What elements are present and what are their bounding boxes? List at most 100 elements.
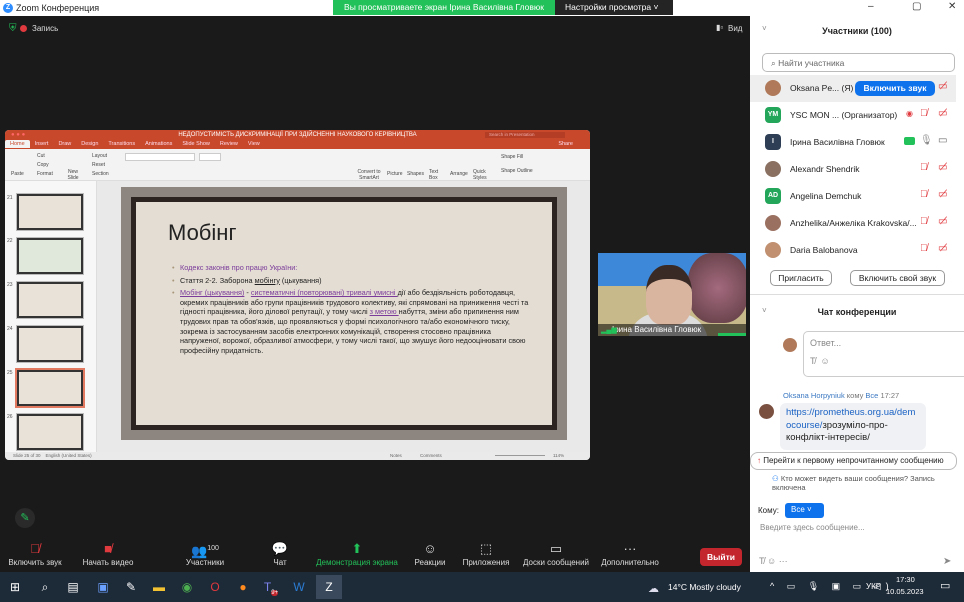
unmute-button[interactable]: 🎙̸ Включить звук	[5, 540, 65, 567]
paste-button[interactable]: Paste	[11, 171, 24, 177]
language[interactable]: English (United States)	[46, 453, 92, 458]
zoom-taskbar-icon[interactable]: Z	[316, 575, 342, 599]
view-settings-button[interactable]: Настройки просмотра ˅	[555, 0, 673, 15]
who-can-see-link[interactable]: ⚇ Кто может видеть ваши сообщения? Запис…	[772, 474, 952, 492]
picture-button[interactable]: Picture	[387, 171, 403, 177]
font-name-select[interactable]	[125, 153, 195, 161]
slide-thumbnail[interactable]	[17, 194, 83, 230]
clock-time[interactable]: 17:30	[896, 575, 915, 584]
slide-thumbnail-selected[interactable]	[17, 370, 83, 406]
participant-row[interactable]: Alexandr Shendrik 🎙̸ ▭̸	[750, 156, 956, 183]
reset-button[interactable]: Reset	[92, 162, 105, 168]
zoom-slider[interactable]	[495, 455, 545, 456]
leave-button[interactable]: Выйти	[700, 548, 742, 566]
view-button[interactable]: Вид	[728, 24, 742, 33]
ppt-share-button[interactable]: Share	[553, 140, 578, 148]
invite-button[interactable]: Пригласить	[770, 270, 832, 286]
participants-button[interactable]: 👥100 Участники	[180, 540, 230, 567]
slide-thumbnail[interactable]	[17, 414, 83, 450]
windows-start-icon[interactable]: ⊞	[6, 578, 24, 596]
whiteboards-button[interactable]: ▭ Доски сообщений	[520, 540, 592, 567]
ppt-tab[interactable]: Design	[76, 140, 103, 148]
unmute-participant-button[interactable]: Включить звук	[855, 81, 935, 96]
ppt-tab[interactable]: Transitions	[103, 140, 140, 148]
reply-input[interactable]: Ответ... T̸ ☺➤	[803, 331, 964, 377]
arrange-button[interactable]: Arrange	[450, 171, 468, 177]
copy-button[interactable]: Copy	[37, 162, 49, 168]
cut-button[interactable]: Cut	[37, 153, 45, 159]
participant-row[interactable]: YM YSC MON ... (Организатор) ◉ 🎙̸ ▭̸	[750, 102, 956, 129]
close-button[interactable]: ✕	[948, 1, 956, 12]
ppt-tab[interactable]: Home	[5, 140, 30, 148]
weather[interactable]: 14°C Mostly cloudy	[668, 582, 741, 592]
font-size-select[interactable]	[199, 153, 221, 161]
opera-icon[interactable]: O	[206, 578, 224, 596]
video-tile[interactable]: Ірина Василівна Гловюк ▂▄▆	[598, 253, 746, 336]
link[interactable]: з метою	[370, 307, 399, 316]
participant-row[interactable]: Daria Balobanova 🎙̸ ▭̸	[750, 237, 956, 264]
start-video-button[interactable]: ■̸ Начать видео	[78, 540, 138, 567]
format-emoji-icons[interactable]: T̸ ☺➤	[810, 356, 964, 366]
shapes-button[interactable]: Shapes	[407, 171, 424, 177]
quick-styles-button[interactable]: Quick Styles	[473, 169, 487, 181]
apps-button[interactable]: ⬚ Приложения	[460, 540, 512, 567]
app-icon[interactable]: ▣	[94, 578, 112, 596]
zoom-level[interactable]: 114%	[553, 452, 564, 460]
layout-button[interactable]: Layout	[92, 153, 107, 159]
slide-thumbnail[interactable]	[17, 282, 83, 318]
teams-icon[interactable]: T9+	[262, 578, 280, 597]
shield-icon[interactable]: ⛨	[9, 23, 17, 34]
more-button[interactable]: ··· Дополнительно	[598, 540, 662, 567]
participant-row[interactable]: AD Angelina Demchuk 🎙̸ ▭̸	[750, 183, 956, 210]
notes-button[interactable]: Notes	[390, 452, 402, 460]
share-screen-button[interactable]: ⬆ Демонстрация экрана	[312, 540, 402, 567]
shape-fill-button[interactable]: Shape Fill	[501, 154, 523, 160]
participant-row[interactable]: I Ірина Василівна Гловюк 🎙 ▭	[750, 129, 956, 156]
traffic-lights-icon[interactable]: ● ● ●	[11, 132, 25, 138]
section-button[interactable]: Section	[92, 171, 109, 177]
unmute-me-button[interactable]: Включить свой звук	[850, 270, 945, 286]
word-icon[interactable]: W	[290, 578, 308, 596]
notifications-icon[interactable]: ▭	[940, 579, 950, 592]
jump-to-unread-button[interactable]: ↑ Перейти к первому непрочитанному сообщ…	[750, 452, 957, 470]
ppt-tab[interactable]: View	[243, 140, 265, 148]
file-explorer-icon[interactable]: ▬	[150, 578, 168, 596]
reactions-button[interactable]: ☺ Реакции	[410, 540, 450, 567]
record-label[interactable]: Запись	[32, 24, 58, 33]
app-icon[interactable]: ✎	[122, 578, 140, 596]
minimize-button[interactable]: –	[868, 1, 874, 12]
maximize-button[interactable]: ▢	[912, 1, 921, 12]
clock-date[interactable]: 10.05.2023	[886, 587, 924, 596]
link[interactable]: Мобінг (цькування)	[180, 288, 244, 297]
format-emoji-more-icons[interactable]: T̸ ☺ ···	[759, 556, 788, 566]
format-button[interactable]: Format	[37, 171, 53, 177]
ppt-tab[interactable]: Animations	[140, 140, 177, 148]
ppt-tab[interactable]: Review	[215, 140, 243, 148]
recipient-select[interactable]: Все ˅	[785, 503, 824, 518]
participant-row[interactable]: Oksana Pe... (Я) Включить звук ▭̸	[750, 75, 956, 102]
annotate-pencil-button[interactable]: ✎	[15, 508, 35, 528]
textbox-button[interactable]: Text Box	[429, 169, 439, 181]
convert-smartart-button[interactable]: Convert to SmartArt	[355, 169, 383, 181]
chrome-icon[interactable]: ◉	[178, 578, 196, 596]
comments-button[interactable]: Comments	[420, 452, 442, 460]
slide[interactable]: Мобінг Кодекс законів про працю України:…	[121, 187, 567, 440]
participant-search-input[interactable]: ⌕ Найти участника	[762, 53, 955, 72]
ppt-tab[interactable]: Insert	[30, 140, 54, 148]
message-input[interactable]: Введите здесь сообщение...	[760, 523, 865, 532]
slide-thumbnail[interactable]	[17, 238, 83, 274]
ppt-tab[interactable]: Slide Show	[177, 140, 215, 148]
send-icon[interactable]: ➤	[943, 556, 951, 567]
search-icon[interactable]: ⌕	[36, 578, 54, 596]
participant-row[interactable]: Anzhelika/Анжеліка Krakovska/... 🎙̸ ▭̸	[750, 210, 956, 237]
shape-outline-button[interactable]: Shape Outline	[501, 168, 533, 174]
new-slide-button[interactable]: New Slide	[65, 169, 81, 181]
slide-thumbnail[interactable]	[17, 326, 83, 362]
chat-button[interactable]: 💬 Чат	[265, 540, 295, 567]
firefox-icon[interactable]: ●	[234, 578, 252, 596]
link[interactable]: систематичні (повторювані) тривалі умисн…	[251, 288, 398, 297]
task-view-icon[interactable]: ▤	[64, 578, 82, 596]
ppt-tab[interactable]: Draw	[53, 140, 76, 148]
input-language[interactable]: УКР	[866, 582, 881, 591]
ppt-search-input[interactable]: Search in Presentation	[485, 132, 565, 138]
